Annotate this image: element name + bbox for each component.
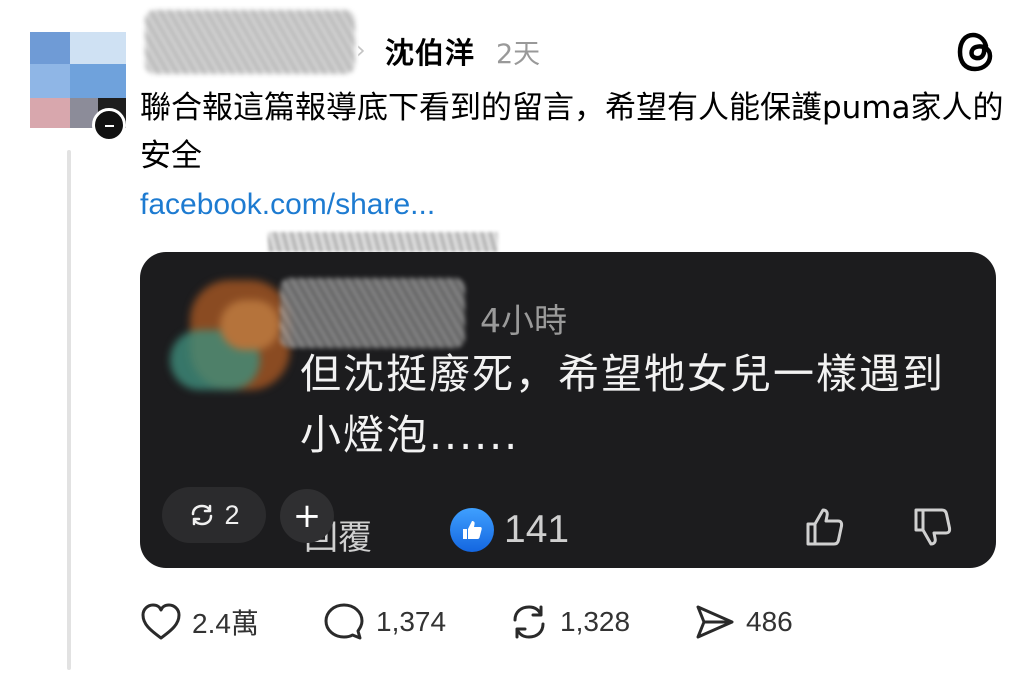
repost-count: 1,328 [560, 606, 631, 637]
commenter-avatar [160, 270, 300, 418]
comment-time: 4小時 [480, 301, 567, 340]
threads-logo-icon[interactable] [956, 30, 996, 74]
repost-icon [192, 504, 213, 526]
redacted-username [145, 10, 355, 74]
plus-button[interactable]: + [280, 489, 334, 543]
like-button[interactable]: 2.4萬 [140, 600, 259, 644]
thumbs-up-icon [806, 508, 844, 546]
post-time: 2天 [496, 39, 541, 70]
thumbs-down-icon [914, 508, 952, 546]
like-badge-icon [450, 508, 494, 552]
share-button[interactable]: 486 [694, 600, 793, 644]
heart-icon [141, 603, 181, 640]
chevron-right-icon: › [356, 36, 366, 64]
redacted-text [268, 232, 498, 252]
comment-text: 但沈挺廢死，希望牠女兒一樣遇到小燈泡...... [300, 350, 945, 459]
comment-icon [324, 603, 364, 640]
author-name[interactable]: 沈伯洋 [385, 30, 475, 72]
embedded-image-card[interactable]: 4小時 但沈挺廢死，希望牠女兒一樣遇到小燈泡...... 回覆 141 [140, 252, 996, 568]
like-count: 2.4萬 [192, 608, 259, 639]
repost-overlay-count: 2 [224, 499, 240, 530]
repost-button[interactable]: 1,328 [508, 600, 630, 644]
redacted-commenter-name [280, 278, 465, 348]
thread-line [67, 150, 71, 670]
comment-count: 1,374 [376, 606, 447, 637]
post-text: 聯合報這篇報導底下看到的留言，希望有人能保護puma家人的安全 [140, 90, 1004, 174]
repost-icon [513, 605, 545, 639]
send-icon [696, 605, 734, 639]
post-link[interactable]: facebook.com/share... [140, 188, 435, 222]
comment-like-count: 141 [504, 508, 570, 551]
follow-badge-icon[interactable] [92, 108, 126, 142]
comment-button[interactable]: 1,374 [322, 600, 446, 644]
repost-overlay-button[interactable]: 2 [162, 487, 266, 543]
share-count: 486 [746, 606, 793, 637]
